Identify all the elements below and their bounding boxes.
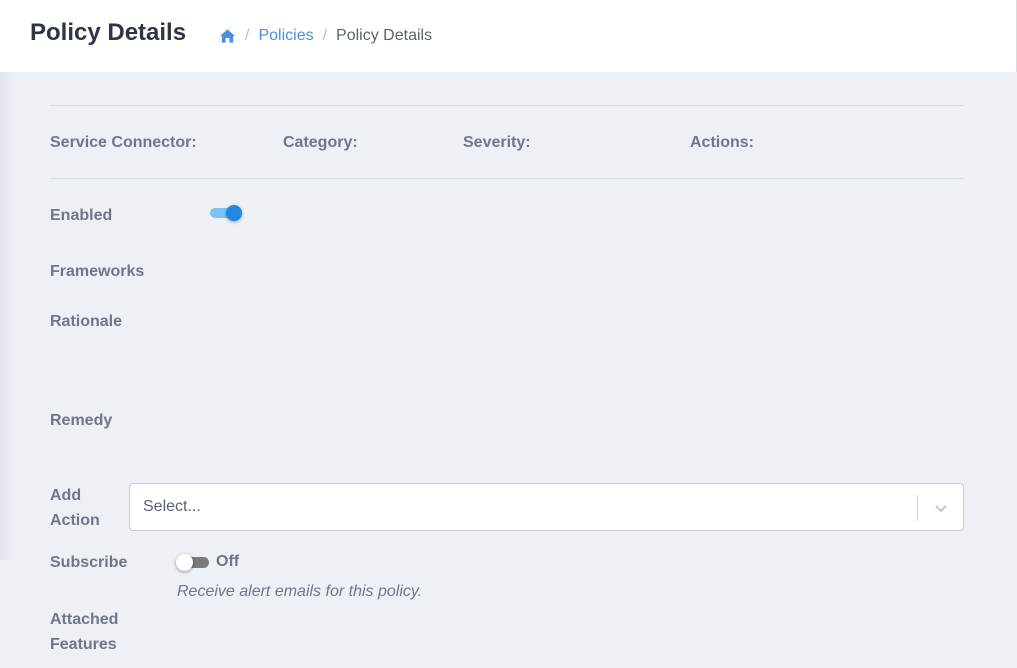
add-action-placeholder: Select... [143, 498, 201, 515]
chevron-down-icon[interactable] [933, 500, 949, 516]
divider-summary [50, 178, 964, 179]
subscribe-state: Off [216, 553, 240, 570]
service-connector-label: Service Connector: [50, 134, 197, 151]
page-title: Policy Details [30, 19, 187, 46]
severity-label: Severity: [463, 134, 531, 151]
frameworks-label: Frameworks [50, 263, 145, 280]
breadcrumb-current: Policy Details [336, 27, 433, 44]
add-action-label-line1: Add [50, 487, 82, 504]
remedy-label: Remedy [50, 412, 113, 429]
rationale-label: Rationale [50, 313, 123, 330]
category-label: Category: [283, 134, 358, 151]
subscribe-hint: Receive alert emails for this policy. [177, 583, 423, 600]
subscribe-toggle-thumb [176, 554, 193, 571]
enabled-label: Enabled [50, 207, 113, 224]
enabled-toggle-thumb [226, 205, 242, 221]
subscribe-toggle[interactable] [176, 553, 210, 571]
breadcrumb-separator: / [245, 27, 250, 44]
add-action-select[interactable]: Select... [129, 483, 964, 531]
page-header: Policy Details / Policies / Policy Detai… [0, 0, 1017, 72]
left-sidebar-shadow [0, 0, 14, 560]
select-indicator-separator [917, 495, 918, 521]
breadcrumb: / Policies / Policy Details [219, 26, 432, 46]
breadcrumb-separator: / [322, 27, 328, 44]
add-action-label-line2: Action [50, 512, 100, 529]
attached-features-label-line1: Attached [50, 611, 119, 628]
actions-label: Actions: [690, 134, 754, 151]
breadcrumb-policies-link[interactable]: Policies [258, 26, 313, 46]
subscribe-label: Subscribe [50, 554, 128, 571]
enabled-toggle[interactable] [210, 204, 244, 222]
attached-features-label-line2: Features [50, 636, 117, 653]
divider-top [50, 105, 964, 106]
policy-details-page: Policy Details / Policies / Policy Detai… [0, 0, 1017, 668]
home-icon[interactable] [219, 28, 236, 44]
